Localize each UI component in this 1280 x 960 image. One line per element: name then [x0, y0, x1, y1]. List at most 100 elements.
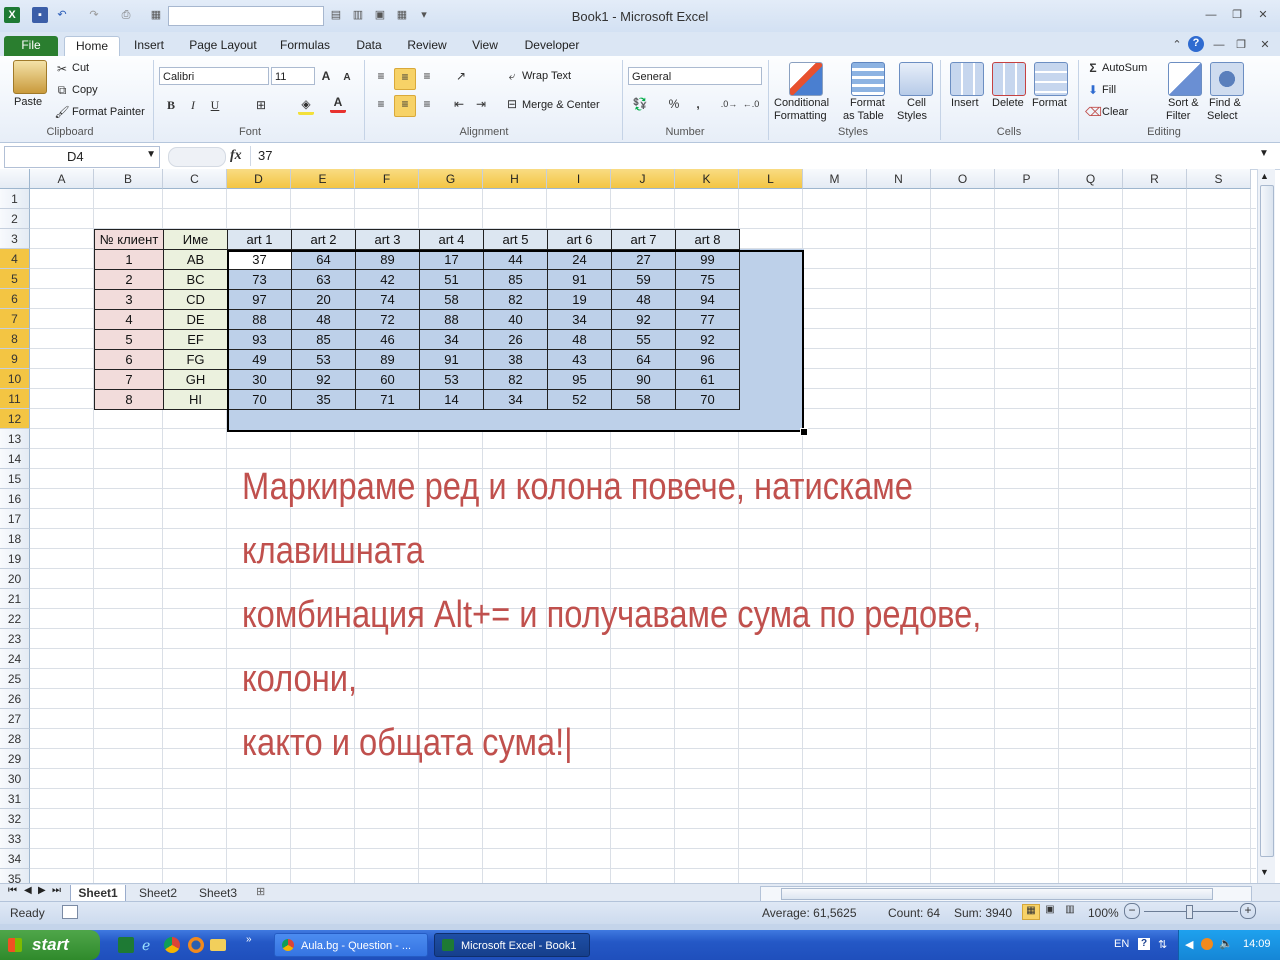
column-header-e[interactable]: E: [291, 169, 355, 189]
bold-button[interactable]: B: [163, 97, 179, 113]
task-excel-book1[interactable]: Microsoft Excel - Book1: [434, 933, 590, 957]
row-header-17[interactable]: 17: [0, 509, 30, 529]
borders-icon[interactable]: ⊞: [253, 97, 269, 113]
column-header-b[interactable]: B: [94, 169, 163, 189]
row-header-27[interactable]: 27: [0, 709, 30, 729]
clear-button[interactable]: Clear: [1102, 106, 1128, 118]
macro-record-icon[interactable]: [62, 905, 78, 919]
row-header-8[interactable]: 8: [0, 329, 30, 349]
align-right-icon[interactable]: ≡: [418, 96, 436, 114]
name-cell[interactable]: AB: [163, 249, 228, 270]
quicklaunch-chrome-icon[interactable]: [164, 937, 180, 953]
client-cell[interactable]: 4: [94, 309, 164, 330]
conditional-formatting-button[interactable]: Conditional: [774, 97, 829, 109]
tray-network-icon[interactable]: ⇅: [1158, 938, 1167, 951]
row-header-31[interactable]: 31: [0, 789, 30, 809]
row-header-2[interactable]: 2: [0, 209, 30, 229]
row-header-30[interactable]: 30: [0, 769, 30, 789]
row-header-4[interactable]: 4: [0, 249, 30, 269]
wb-restore-icon[interactable]: ❐: [1232, 38, 1250, 52]
insert-cells-button[interactable]: Insert: [951, 97, 979, 109]
header-art-4[interactable]: art 4: [419, 229, 484, 250]
column-header-c[interactable]: C: [163, 169, 227, 189]
name-box-dropdown-icon[interactable]: ▼: [146, 149, 156, 160]
row-header-22[interactable]: 22: [0, 609, 30, 629]
row-header-23[interactable]: 23: [0, 629, 30, 649]
expand-formula-icon[interactable]: ▼: [1259, 148, 1269, 159]
header-art-5[interactable]: art 5: [483, 229, 548, 250]
row-header-33[interactable]: 33: [0, 829, 30, 849]
row-header-32[interactable]: 32: [0, 809, 30, 829]
row-header-35[interactable]: 35: [0, 869, 30, 883]
page-layout-view-icon[interactable]: ▣: [1042, 904, 1058, 918]
row-header-25[interactable]: 25: [0, 669, 30, 689]
scroll-thumb[interactable]: [1260, 185, 1274, 857]
name-cell[interactable]: BC: [163, 269, 228, 290]
column-header-o[interactable]: O: [931, 169, 995, 189]
task-aula-chrome[interactable]: Aula.bg - Question - ...: [274, 933, 428, 957]
header-client[interactable]: № клиент: [94, 229, 164, 250]
decrease-indent-icon[interactable]: ⇤: [450, 96, 468, 114]
header-art-8[interactable]: art 8: [675, 229, 740, 250]
cell-styles-icon[interactable]: [899, 62, 933, 96]
column-header-s[interactable]: S: [1187, 169, 1251, 189]
format-painter-button[interactable]: Format Painter: [72, 106, 145, 118]
row-header-3[interactable]: 3: [0, 229, 30, 249]
delete-cells-button[interactable]: Delete: [992, 97, 1024, 109]
tab-data[interactable]: Data: [348, 36, 390, 56]
row-header-7[interactable]: 7: [0, 309, 30, 329]
grow-font-icon[interactable]: A: [318, 68, 334, 84]
align-left-icon[interactable]: ≡: [372, 96, 390, 114]
column-header-d[interactable]: D: [227, 169, 291, 189]
start-button[interactable]: start: [0, 930, 100, 960]
name-cell[interactable]: CD: [163, 289, 228, 310]
sheet-tab-sheet2[interactable]: Sheet2: [132, 885, 184, 901]
tray-expand-icon[interactable]: ◀: [1185, 938, 1193, 951]
sheet-tab-sheet1[interactable]: Sheet1: [70, 885, 126, 902]
tab-view[interactable]: View: [466, 36, 504, 56]
row-header-6[interactable]: 6: [0, 289, 30, 309]
tab-review[interactable]: Review: [402, 36, 452, 56]
header-art-6[interactable]: art 6: [547, 229, 612, 250]
header-name[interactable]: Име: [163, 229, 228, 250]
wb-close-icon[interactable]: ✕: [1256, 38, 1274, 52]
currency-icon[interactable]: 💱: [632, 96, 648, 112]
column-header-l[interactable]: L: [739, 169, 803, 189]
scroll-down-icon[interactable]: ▼: [1260, 867, 1269, 877]
scroll-up-icon[interactable]: ▲: [1260, 171, 1269, 181]
column-header-i[interactable]: I: [547, 169, 611, 189]
conditional-formatting-icon[interactable]: [789, 62, 823, 96]
column-header-m[interactable]: M: [803, 169, 867, 189]
paste-icon[interactable]: [13, 60, 47, 94]
name-cell[interactable]: FG: [163, 349, 228, 370]
decrease-decimal-icon[interactable]: ←.0: [742, 96, 760, 112]
client-cell[interactable]: 7: [94, 369, 164, 390]
increase-decimal-icon[interactable]: .0→: [720, 96, 738, 112]
client-cell[interactable]: 5: [94, 329, 164, 350]
select-all-corner[interactable]: [0, 169, 30, 189]
name-cell[interactable]: EF: [163, 329, 228, 350]
column-header-f[interactable]: F: [355, 169, 419, 189]
row-header-14[interactable]: 14: [0, 449, 30, 469]
column-header-p[interactable]: P: [995, 169, 1059, 189]
align-middle-icon[interactable]: ≡: [394, 68, 416, 90]
comma-button[interactable]: ,: [690, 96, 706, 112]
italic-button[interactable]: I: [185, 97, 201, 113]
fill-handle[interactable]: [800, 428, 808, 436]
wb-minimize-icon[interactable]: —: [1210, 38, 1228, 52]
name-cell[interactable]: GH: [163, 369, 228, 390]
name-cell[interactable]: HI: [163, 389, 228, 410]
tab-file[interactable]: File: [4, 36, 58, 56]
fill-color-icon[interactable]: ◈: [298, 96, 314, 115]
client-cell[interactable]: 8: [94, 389, 164, 410]
quicklaunch-firefox-icon[interactable]: [188, 937, 204, 953]
paste-button[interactable]: Paste: [14, 96, 42, 108]
delete-cells-icon[interactable]: [992, 62, 1026, 96]
help-tray-icon[interactable]: ?: [1138, 938, 1150, 950]
underline-button[interactable]: U: [207, 97, 223, 113]
row-header-15[interactable]: 15: [0, 469, 30, 489]
name-box[interactable]: D4 ▼: [4, 146, 160, 168]
align-bottom-icon[interactable]: ≡: [418, 68, 436, 86]
font-color-icon[interactable]: A: [330, 94, 346, 113]
tray-app-icon[interactable]: [1201, 938, 1213, 950]
